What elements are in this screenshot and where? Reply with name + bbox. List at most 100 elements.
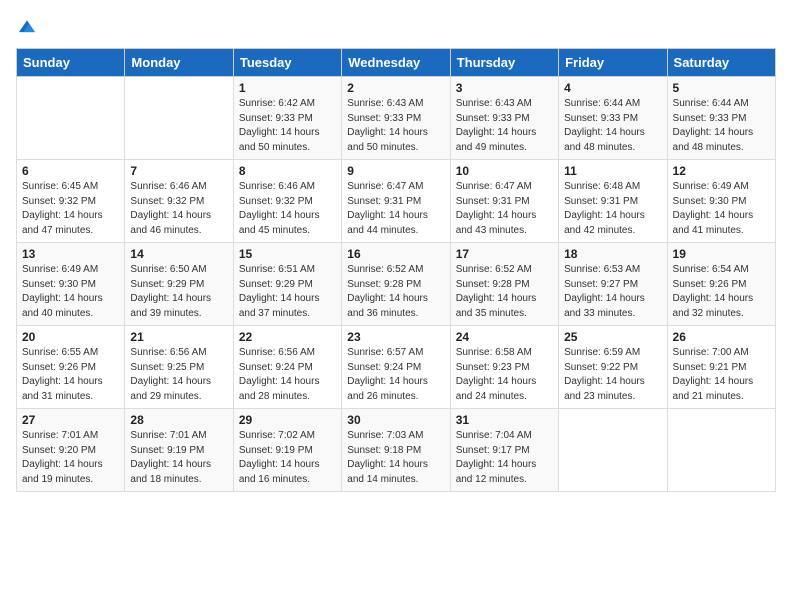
day-info: Sunrise: 6:44 AMSunset: 9:33 PMDaylight:…	[564, 97, 661, 155]
day-number: 4	[564, 81, 661, 95]
day-info: Sunrise: 6:47 AMSunset: 9:31 PMDaylight:…	[347, 180, 444, 238]
day-number: 6	[22, 164, 119, 178]
day-number: 23	[347, 330, 444, 344]
day-number: 24	[456, 330, 553, 344]
calendar-cell: 28Sunrise: 7:01 AMSunset: 9:19 PMDayligh…	[125, 409, 233, 492]
calendar-cell: 3 Sunrise: 6:43 AMSunset: 9:33 PMDaylight…	[450, 77, 558, 160]
calendar-cell: 9 Sunrise: 6:47 AMSunset: 9:31 PMDaylight…	[342, 160, 450, 243]
day-number: 14	[130, 247, 227, 261]
calendar-cell	[667, 409, 775, 492]
day-info: Sunrise: 6:50 AMSunset: 9:29 PMDaylight:…	[130, 263, 227, 321]
day-number: 26	[673, 330, 770, 344]
day-number: 2	[347, 81, 444, 95]
day-number: 11	[564, 164, 661, 178]
calendar-cell: 15 Sunrise: 6:51 AMSunset: 9:29 PMDayligh…	[233, 243, 341, 326]
day-number: 27	[22, 413, 119, 427]
calendar-cell: 26 Sunrise: 7:00 AMSunset: 9:21 PMDayligh…	[667, 326, 775, 409]
calendar-cell: 21 Sunrise: 6:56 AMSunset: 9:25 PMDayligh…	[125, 326, 233, 409]
day-info: Sunrise: 7:01 AMSunset: 9:19 PMDaylight:…	[130, 429, 227, 487]
calendar-cell: 6Sunrise: 6:45 AMSunset: 9:32 PMDaylight…	[17, 160, 125, 243]
day-number: 19	[673, 247, 770, 261]
calendar-cell: 8 Sunrise: 6:46 AMSunset: 9:32 PMDaylight…	[233, 160, 341, 243]
day-info: Sunrise: 7:04 AMSunset: 9:17 PMDaylight:…	[456, 429, 553, 487]
calendar-cell	[559, 409, 667, 492]
calendar-week-row: 13 Sunrise: 6:49 AMSunset: 9:30 PMDayligh…	[17, 243, 776, 326]
calendar-cell: 4 Sunrise: 6:44 AMSunset: 9:33 PMDaylight…	[559, 77, 667, 160]
day-number: 7	[130, 164, 227, 178]
day-info: Sunrise: 7:02 AMSunset: 9:19 PMDaylight:…	[239, 429, 336, 487]
logo	[16, 16, 42, 38]
column-header-friday: Friday	[559, 49, 667, 77]
calendar-cell	[17, 77, 125, 160]
day-info: Sunrise: 6:43 AMSunset: 9:33 PMDaylight:…	[347, 97, 444, 155]
calendar-week-row: 1Sunrise: 6:42 AMSunset: 9:33 PMDaylight…	[17, 77, 776, 160]
day-info: Sunrise: 6:46 AMSunset: 9:32 PMDaylight:…	[239, 180, 336, 238]
calendar-cell: 17 Sunrise: 6:52 AMSunset: 9:28 PMDayligh…	[450, 243, 558, 326]
logo-icon	[16, 16, 38, 38]
calendar-cell: 2 Sunrise: 6:43 AMSunset: 9:33 PMDaylight…	[342, 77, 450, 160]
day-info: Sunrise: 7:01 AMSunset: 9:20 PMDaylight:…	[22, 429, 119, 487]
column-header-wednesday: Wednesday	[342, 49, 450, 77]
column-header-tuesday: Tuesday	[233, 49, 341, 77]
calendar-cell: 27 Sunrise: 7:01 AMSunset: 9:20 PMDayligh…	[17, 409, 125, 492]
calendar-cell: 16 Sunrise: 6:52 AMSunset: 9:28 PMDayligh…	[342, 243, 450, 326]
day-number: 16	[347, 247, 444, 261]
calendar-week-row: 6Sunrise: 6:45 AMSunset: 9:32 PMDaylight…	[17, 160, 776, 243]
calendar-cell: 1Sunrise: 6:42 AMSunset: 9:33 PMDaylight…	[233, 77, 341, 160]
calendar-cell: 14 Sunrise: 6:50 AMSunset: 9:29 PMDayligh…	[125, 243, 233, 326]
day-info: Sunrise: 7:00 AMSunset: 9:21 PMDaylight:…	[673, 346, 770, 404]
day-number: 9	[347, 164, 444, 178]
day-info: Sunrise: 6:49 AMSunset: 9:30 PMDaylight:…	[22, 263, 119, 321]
day-info: Sunrise: 6:57 AMSunset: 9:24 PMDaylight:…	[347, 346, 444, 404]
calendar-cell: 20 Sunrise: 6:55 AMSunset: 9:26 PMDayligh…	[17, 326, 125, 409]
day-number: 10	[456, 164, 553, 178]
calendar-cell: 25 Sunrise: 6:59 AMSunset: 9:22 PMDayligh…	[559, 326, 667, 409]
day-number: 25	[564, 330, 661, 344]
calendar-cell: 22 Sunrise: 6:56 AMSunset: 9:24 PMDayligh…	[233, 326, 341, 409]
day-number: 31	[456, 413, 553, 427]
day-number: 18	[564, 247, 661, 261]
day-info: Sunrise: 6:44 AMSunset: 9:33 PMDaylight:…	[673, 97, 770, 155]
calendar-cell: 7Sunrise: 6:46 AMSunset: 9:32 PMDaylight…	[125, 160, 233, 243]
day-info: Sunrise: 6:48 AMSunset: 9:31 PMDaylight:…	[564, 180, 661, 238]
page-header	[16, 16, 776, 38]
day-number: 1	[239, 81, 336, 95]
calendar-cell: 24 Sunrise: 6:58 AMSunset: 9:23 PMDayligh…	[450, 326, 558, 409]
calendar-week-row: 20 Sunrise: 6:55 AMSunset: 9:26 PMDayligh…	[17, 326, 776, 409]
calendar-cell: 30Sunrise: 7:03 AMSunset: 9:18 PMDayligh…	[342, 409, 450, 492]
day-info: Sunrise: 6:56 AMSunset: 9:25 PMDaylight:…	[130, 346, 227, 404]
day-number: 17	[456, 247, 553, 261]
day-number: 5	[673, 81, 770, 95]
day-info: Sunrise: 6:53 AMSunset: 9:27 PMDaylight:…	[564, 263, 661, 321]
day-info: Sunrise: 6:49 AMSunset: 9:30 PMDaylight:…	[673, 180, 770, 238]
day-info: Sunrise: 6:59 AMSunset: 9:22 PMDaylight:…	[564, 346, 661, 404]
day-info: Sunrise: 6:52 AMSunset: 9:28 PMDaylight:…	[347, 263, 444, 321]
calendar-cell: 23 Sunrise: 6:57 AMSunset: 9:24 PMDayligh…	[342, 326, 450, 409]
day-number: 22	[239, 330, 336, 344]
calendar-cell	[125, 77, 233, 160]
day-number: 13	[22, 247, 119, 261]
calendar-cell: 19Sunrise: 6:54 AMSunset: 9:26 PMDayligh…	[667, 243, 775, 326]
day-info: Sunrise: 6:47 AMSunset: 9:31 PMDaylight:…	[456, 180, 553, 238]
calendar-cell: 31 Sunrise: 7:04 AMSunset: 9:17 PMDayligh…	[450, 409, 558, 492]
calendar-cell: 11 Sunrise: 6:48 AMSunset: 9:31 PMDayligh…	[559, 160, 667, 243]
day-info: Sunrise: 6:52 AMSunset: 9:28 PMDaylight:…	[456, 263, 553, 321]
calendar-table: SundayMondayTuesdayWednesdayThursdayFrid…	[16, 48, 776, 492]
day-number: 20	[22, 330, 119, 344]
day-number: 21	[130, 330, 227, 344]
column-header-sunday: Sunday	[17, 49, 125, 77]
day-number: 15	[239, 247, 336, 261]
calendar-cell: 12Sunrise: 6:49 AMSunset: 9:30 PMDayligh…	[667, 160, 775, 243]
day-info: Sunrise: 6:55 AMSunset: 9:26 PMDaylight:…	[22, 346, 119, 404]
day-info: Sunrise: 7:03 AMSunset: 9:18 PMDaylight:…	[347, 429, 444, 487]
day-info: Sunrise: 6:43 AMSunset: 9:33 PMDaylight:…	[456, 97, 553, 155]
column-header-saturday: Saturday	[667, 49, 775, 77]
day-number: 3	[456, 81, 553, 95]
day-info: Sunrise: 6:56 AMSunset: 9:24 PMDaylight:…	[239, 346, 336, 404]
calendar-cell: 5 Sunrise: 6:44 AMSunset: 9:33 PMDaylight…	[667, 77, 775, 160]
day-info: Sunrise: 6:51 AMSunset: 9:29 PMDaylight:…	[239, 263, 336, 321]
day-info: Sunrise: 6:58 AMSunset: 9:23 PMDaylight:…	[456, 346, 553, 404]
column-header-monday: Monday	[125, 49, 233, 77]
day-number: 8	[239, 164, 336, 178]
calendar-cell: 18 Sunrise: 6:53 AMSunset: 9:27 PMDayligh…	[559, 243, 667, 326]
